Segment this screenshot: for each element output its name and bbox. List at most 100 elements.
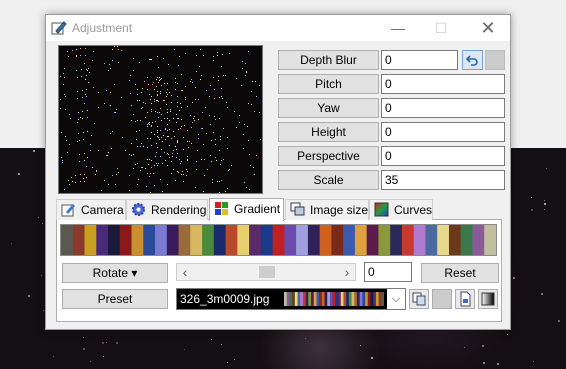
yaw-input[interactable]: 0	[381, 98, 505, 118]
gradient-stop	[213, 225, 227, 255]
preview-speck	[80, 55, 82, 57]
preview-speck	[90, 144, 92, 146]
chevron-down-icon[interactable]: ⌵	[387, 289, 405, 309]
depth-blur-input[interactable]: 0	[381, 50, 458, 70]
preview-speck	[201, 158, 203, 160]
rotate-scrollbar[interactable]: ‹ ›	[176, 263, 356, 281]
preview-speck	[177, 171, 179, 173]
perspective-input[interactable]: 0	[381, 146, 505, 166]
tab-camera[interactable]: Camera	[56, 199, 126, 220]
preview-speck	[200, 49, 202, 51]
preview-speck	[92, 167, 93, 168]
paste-gradient-button[interactable]	[432, 289, 452, 309]
tab-rendering[interactable]: Rendering	[126, 199, 208, 220]
preview-speck	[223, 128, 225, 130]
preview-speck	[178, 158, 180, 160]
preview-speck	[174, 49, 175, 50]
preview-speck	[209, 155, 211, 157]
preview-speck	[219, 138, 221, 140]
rotate-value-input[interactable]: 0	[364, 262, 412, 282]
preview-speck	[112, 48, 114, 50]
preview-speck	[256, 154, 257, 156]
scroll-right-arrow-icon[interactable]: ›	[340, 264, 354, 280]
maximize-button[interactable]: ☐	[420, 15, 462, 41]
preview-speck	[134, 164, 136, 166]
preview-speck	[137, 146, 139, 148]
preview-speck	[170, 172, 172, 174]
scroll-left-arrow-icon[interactable]: ‹	[178, 264, 192, 280]
preview-speck	[80, 48, 82, 50]
preview-speck	[163, 83, 165, 85]
preset-button[interactable]: Preset	[62, 289, 168, 309]
preview-speck	[173, 136, 175, 137]
title-bar[interactable]: Adjustment — ☐ ✕	[46, 15, 510, 41]
background-star	[512, 276, 515, 279]
reset-button[interactable]: Reset	[421, 263, 499, 283]
preview-speck	[162, 135, 164, 137]
preview-speck	[147, 88, 149, 90]
gradient-strip[interactable]	[60, 224, 497, 256]
preview-speck	[161, 136, 163, 138]
copy-gradient-button[interactable]	[409, 289, 429, 309]
preview-speck	[156, 151, 158, 153]
preview-speck	[243, 134, 245, 136]
tab-gradient[interactable]: Gradient	[209, 198, 284, 221]
preview-speck	[203, 158, 205, 160]
preview-speck	[75, 49, 77, 51]
preview-speck	[157, 117, 159, 118]
preset-select[interactable]: 326_3m0009.jpg ⌵	[176, 288, 406, 310]
preview-speck	[177, 65, 179, 67]
tab-curves[interactable]: Curves	[369, 199, 433, 220]
preview-speck	[137, 120, 139, 122]
fractal-preview-image[interactable]	[58, 45, 263, 194]
preview-speck	[174, 77, 176, 79]
preview-speck	[160, 92, 162, 94]
preview-speck	[156, 143, 157, 145]
preview-speck	[177, 106, 179, 108]
preview-speck	[144, 168, 146, 169]
preview-speck	[75, 182, 77, 184]
preview-speck	[142, 146, 144, 148]
preview-speck	[107, 152, 109, 154]
preview-speck	[226, 148, 228, 150]
scroll-thumb[interactable]	[259, 266, 275, 278]
preview-speck	[62, 72, 64, 74]
scale-input[interactable]: 35	[381, 170, 505, 190]
adjustment-window: Adjustment — ☐ ✕ Depth Blur 0 Pitch 0 Ya…	[45, 14, 511, 330]
preview-speck	[77, 97, 79, 99]
open-file-button[interactable]	[455, 289, 475, 309]
undo-button[interactable]	[462, 50, 483, 70]
preview-speck	[226, 102, 228, 104]
preview-speck	[77, 111, 79, 113]
height-input[interactable]: 0	[381, 122, 505, 142]
preview-speck	[97, 150, 99, 152]
preview-speck	[143, 81, 145, 83]
preview-speck	[225, 191, 227, 193]
preview-speck	[152, 173, 154, 175]
pitch-input[interactable]: 0	[381, 74, 505, 94]
preview-speck	[235, 126, 237, 128]
minimize-button[interactable]: —	[377, 15, 419, 41]
preview-speck	[168, 136, 170, 137]
preview-speck	[212, 181, 213, 183]
color-swatch[interactable]	[485, 50, 505, 70]
preview-speck	[158, 79, 160, 81]
preview-speck	[117, 61, 119, 63]
preview-speck	[67, 179, 69, 181]
preview-speck	[180, 102, 182, 104]
preview-speck	[191, 126, 193, 128]
background-star	[544, 199, 546, 201]
preview-speck	[149, 121, 151, 123]
preview-speck	[153, 100, 155, 102]
tab-image-size[interactable]: Image size	[285, 199, 369, 220]
preview-speck	[82, 118, 84, 119]
invert-gradient-button[interactable]	[478, 289, 498, 309]
preview-speck	[82, 111, 84, 112]
rotate-dropdown-button[interactable]: Rotate ▾	[62, 263, 168, 283]
preview-speck	[129, 93, 131, 95]
preview-speck	[213, 76, 215, 78]
preview-speck	[157, 112, 159, 113]
preview-speck	[220, 159, 222, 161]
close-button[interactable]: ✕	[467, 15, 509, 41]
preview-speck	[77, 140, 79, 142]
